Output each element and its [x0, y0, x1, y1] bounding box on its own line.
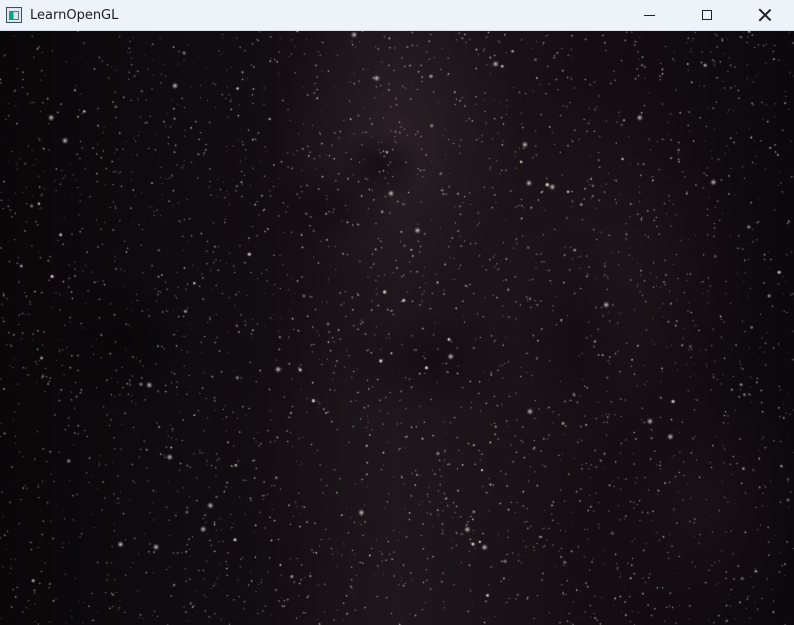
close-button[interactable]: [736, 0, 794, 31]
minimize-button[interactable]: [620, 0, 678, 31]
minimize-icon: [643, 14, 655, 16]
window-controls: [620, 0, 794, 31]
window-title: LearnOpenGL: [30, 7, 119, 23]
close-icon: [758, 8, 772, 22]
application-window-icon: [6, 7, 22, 23]
learnopengl-window: LearnOpenGL: [0, 0, 794, 625]
starfield-canvas: [0, 31, 794, 625]
maximize-icon: [702, 10, 712, 20]
maximize-button[interactable]: [678, 0, 736, 31]
opengl-render-viewport[interactable]: [0, 31, 794, 625]
title-bar[interactable]: LearnOpenGL: [0, 0, 794, 31]
